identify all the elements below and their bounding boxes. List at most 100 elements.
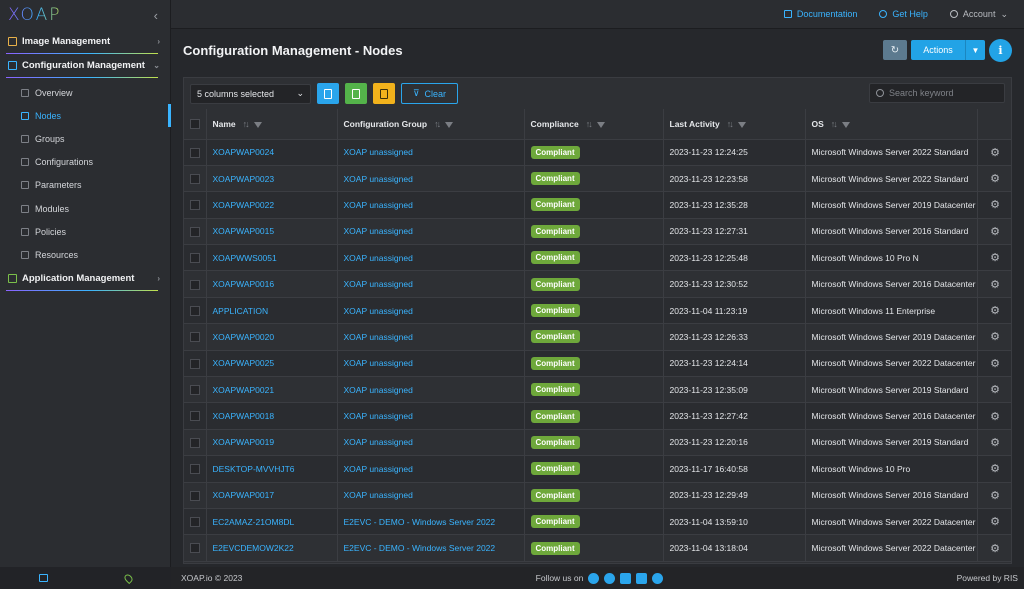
- row-checkbox[interactable]: [190, 147, 200, 158]
- sidebar-item-parameters[interactable]: Parameters: [0, 174, 170, 197]
- sidebar-item-groups[interactable]: Groups: [0, 127, 170, 150]
- twitter-icon[interactable]: [604, 572, 616, 584]
- row-checkbox[interactable]: [190, 464, 200, 475]
- sidebar-item-policies[interactable]: Policies: [0, 220, 170, 243]
- node-name-link[interactable]: XOAPWAP0025: [213, 358, 275, 368]
- config-group-link[interactable]: E2EVC - DEMO - Windows Server 2022: [344, 543, 496, 553]
- table-row[interactable]: XOAPWAP0015 XOAP unassigned Compliant 2023-…: [184, 218, 1011, 246]
- node-name-link[interactable]: EC2AMAZ-21OM8DL: [213, 517, 295, 527]
- sidebar-item-resources[interactable]: Resources: [0, 243, 170, 266]
- gear-icon[interactable]: ⚙: [990, 199, 1000, 211]
- gear-icon[interactable]: ⚙: [990, 490, 1000, 502]
- config-group-link[interactable]: XOAP unassigned: [344, 437, 413, 447]
- table-row[interactable]: E2EVCDEMOW2K22 E2EVC - DEMO - Windows Ser…: [184, 534, 1011, 562]
- row-checkbox[interactable]: [190, 437, 200, 448]
- nav-section-application-management[interactable]: Application Management ›: [0, 267, 170, 290]
- row-checkbox[interactable]: [190, 279, 200, 290]
- node-name-link[interactable]: E2EVCDEMOW2K22: [213, 543, 294, 553]
- config-group-link[interactable]: XOAP unassigned: [344, 385, 413, 395]
- github-icon[interactable]: [652, 572, 664, 584]
- select-all-checkbox[interactable]: [190, 119, 200, 130]
- sort-icon[interactable]: ↑↓: [586, 119, 593, 129]
- nav-section-configuration-management[interactable]: Configuration Management ⌄: [0, 54, 170, 77]
- sort-icon[interactable]: ↑↓: [434, 119, 441, 129]
- config-group-link[interactable]: XOAP unassigned: [344, 490, 413, 500]
- config-group-link[interactable]: XOAP unassigned: [344, 226, 413, 236]
- filter-icon[interactable]: [445, 121, 454, 128]
- gear-icon[interactable]: ⚙: [990, 516, 1000, 528]
- column-header-name[interactable]: Name ↑↓: [206, 109, 338, 140]
- collapse-sidebar-icon[interactable]: ‹: [154, 8, 158, 23]
- table-row[interactable]: APPLICATION XOAP unassigned Compliant 2023-…: [184, 297, 1011, 325]
- row-checkbox[interactable]: [190, 411, 200, 422]
- documentation-link[interactable]: Documentation: [783, 9, 857, 19]
- facebook-icon[interactable]: [588, 572, 600, 584]
- row-checkbox[interactable]: [190, 385, 200, 396]
- gear-icon[interactable]: ⚙: [990, 437, 1000, 449]
- sidebar-item-configurations[interactable]: Configurations: [0, 151, 170, 174]
- config-group-link[interactable]: XOAP unassigned: [344, 464, 413, 474]
- table-row[interactable]: XOAPWAP0017 XOAP unassigned Compliant 2023-…: [184, 482, 1011, 509]
- gear-icon[interactable]: ⚙: [990, 226, 1000, 238]
- gear-icon[interactable]: ⚙: [990, 543, 1000, 555]
- xoap-logo[interactable]: XOAP: [8, 5, 62, 25]
- table-row[interactable]: XOAPWAP0020 XOAP unassigned Compliant 2023-…: [184, 323, 1011, 351]
- column-header-activity[interactable]: Last Activity ↑↓: [663, 109, 806, 140]
- sidebar-item-nodes[interactable]: Nodes: [0, 104, 171, 128]
- row-checkbox[interactable]: [190, 517, 200, 528]
- config-group-link[interactable]: XOAP unassigned: [344, 200, 413, 210]
- column-selector[interactable]: 5 columns selected ⌄: [190, 83, 311, 104]
- filter-icon[interactable]: [253, 121, 262, 128]
- config-group-link[interactable]: XOAP unassigned: [344, 411, 413, 421]
- gear-icon[interactable]: ⚙: [990, 279, 1000, 291]
- nav-section-image-management[interactable]: Image Management ›: [0, 30, 170, 53]
- gear-icon[interactable]: ⚙: [990, 358, 1000, 370]
- table-row[interactable]: XOAPWAP0022 XOAP unassigned Compliant 2023-…: [184, 191, 1011, 219]
- node-name-link[interactable]: XOAPWAP0020: [213, 332, 275, 342]
- row-checkbox[interactable]: [190, 173, 200, 184]
- config-group-link[interactable]: XOAP unassigned: [344, 332, 413, 342]
- filter-icon[interactable]: [596, 121, 605, 128]
- search-input[interactable]: [889, 88, 999, 98]
- table-row[interactable]: XOAPWAP0024 XOAP unassigned Compliant 2023-…: [184, 139, 1011, 166]
- config-group-link[interactable]: XOAP unassigned: [344, 174, 413, 184]
- sort-icon[interactable]: ↑↓: [243, 119, 250, 129]
- actions-button[interactable]: Actions ▼: [911, 40, 985, 60]
- gear-icon[interactable]: ⚙: [990, 147, 1000, 159]
- sort-icon[interactable]: ↑↓: [727, 119, 734, 129]
- node-name-link[interactable]: XOAPWAP0024: [213, 147, 275, 157]
- node-name-link[interactable]: XOAPWWS0051: [213, 253, 277, 263]
- config-group-link[interactable]: E2EVC - DEMO - Windows Server 2022: [344, 517, 496, 527]
- row-checkbox[interactable]: [190, 543, 200, 554]
- select-rows-button[interactable]: [373, 83, 395, 104]
- export-excel-button[interactable]: [345, 83, 367, 104]
- book-icon[interactable]: [38, 574, 48, 582]
- column-header-compliance[interactable]: Compliance ↑↓: [524, 109, 664, 140]
- row-checkbox[interactable]: [190, 253, 200, 264]
- youtube-icon[interactable]: [636, 572, 648, 584]
- table-row[interactable]: XOAPWAP0016 XOAP unassigned Compliant 2023-…: [184, 270, 1011, 298]
- row-checkbox[interactable]: [190, 490, 200, 501]
- sort-icon[interactable]: ↑↓: [831, 119, 838, 129]
- refresh-button[interactable]: ↻: [883, 40, 907, 60]
- clear-filters-button[interactable]: ⊽ Clear: [401, 83, 458, 104]
- node-name-link[interactable]: DESKTOP-MVVHJT6: [213, 464, 295, 474]
- table-row[interactable]: XOAPWWS0051 XOAP unassigned Compliant 2023-…: [184, 244, 1011, 272]
- node-name-link[interactable]: XOAPWAP0019: [213, 437, 275, 447]
- gear-icon[interactable]: ⚙: [990, 463, 1000, 475]
- node-name-link[interactable]: XOAPWAP0016: [213, 279, 275, 289]
- gear-icon[interactable]: ⚙: [990, 384, 1000, 396]
- sidebar-item-overview[interactable]: Overview: [0, 81, 170, 104]
- table-row[interactable]: XOAPWAP0021 XOAP unassigned Compliant 2023-…: [184, 376, 1011, 404]
- gear-icon[interactable]: ⚙: [990, 252, 1000, 264]
- gear-icon[interactable]: ⚙: [990, 173, 1000, 185]
- row-checkbox[interactable]: [190, 226, 200, 237]
- config-group-link[interactable]: XOAP unassigned: [344, 147, 413, 157]
- filter-icon[interactable]: [737, 121, 746, 128]
- node-name-link[interactable]: XOAPWAP0015: [213, 226, 275, 236]
- filter-icon[interactable]: [841, 121, 850, 128]
- account-menu[interactable]: Account ⌄: [949, 9, 1008, 20]
- gear-icon[interactable]: ⚙: [990, 411, 1000, 423]
- config-group-link[interactable]: XOAP unassigned: [344, 358, 413, 368]
- gear-icon[interactable]: ⚙: [990, 305, 1000, 317]
